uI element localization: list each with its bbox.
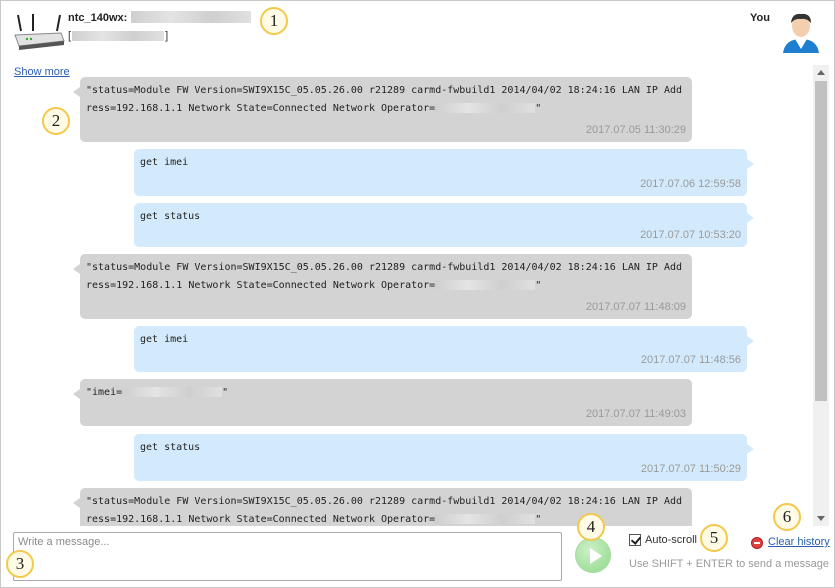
message-text: get imei [140, 334, 189, 345]
message-timestamp: 2017.07.07 11:48:09 [585, 301, 686, 313]
device-name: ntc_140wx: [68, 12, 128, 24]
user-label: You [750, 12, 770, 24]
message-timestamp: 2017.07.05 11:30:29 [585, 124, 686, 136]
callout-4: 4 [577, 513, 605, 541]
callout-5: 5 [700, 524, 728, 552]
user-avatar [783, 13, 819, 53]
message-timestamp: 2017.07.06 12:59:58 [640, 178, 741, 190]
redacted-text [72, 31, 165, 42]
send-button[interactable] [575, 537, 611, 573]
chat-window: ntc_140wx: [] You Show more "status=Modu… [0, 0, 835, 588]
clear-history-icon[interactable] [751, 537, 763, 549]
callout-1: 1 [260, 7, 288, 35]
incoming-message: "status=Module FW Version=SWI9X15C_05.05… [73, 77, 692, 142]
message-text: get status [140, 211, 201, 222]
incoming-message: "status=Module FW Version=SWI9X15C_05.05… [73, 254, 692, 319]
message-text: "status=Module FW Version=SWI9X15C_05.05… [86, 85, 683, 114]
callout-2: 2 [42, 107, 70, 135]
autoscroll-label: Auto-scroll [645, 534, 697, 546]
chat-scrollbar[interactable] [813, 65, 829, 526]
message-list: "status=Module FW Version=SWI9X15C_05.05… [73, 71, 809, 526]
scroll-thumb[interactable] [815, 81, 827, 401]
message-timestamp: 2017.07.07 11:49:03 [585, 408, 686, 420]
outgoing-message: get status 2017.07.07 10:53:20 [134, 203, 754, 247]
outgoing-message: get status 2017.07.07 11:50:29 [134, 434, 754, 481]
message-input[interactable] [13, 532, 562, 581]
message-timestamp: 2017.07.07 10:53:20 [640, 229, 741, 241]
redacted-text [435, 280, 536, 290]
message-timestamp: 2017.07.07 11:48:56 [640, 354, 741, 366]
device-subtitle: [] [68, 30, 169, 42]
send-hint: Use SHIFT + ENTER to send a message [629, 558, 830, 570]
router-icon [14, 14, 65, 50]
callout-3: 3 [6, 550, 34, 578]
message-text: "imei= " [86, 387, 229, 398]
outgoing-message: get imei 2017.07.07 11:48:56 [134, 326, 754, 372]
message-text: get status [140, 442, 201, 453]
redacted-text [122, 387, 223, 397]
redacted-text [435, 514, 536, 524]
redacted-device-id [131, 11, 251, 23]
message-text: "status=Module FW Version=SWI9X15C_05.05… [86, 262, 683, 291]
scroll-down-icon[interactable] [817, 516, 825, 521]
incoming-message: "imei= " 2017.07.07 11:49:03 [73, 379, 692, 426]
show-more-link[interactable]: Show more [14, 66, 70, 78]
autoscroll-toggle[interactable]: Auto-scroll [629, 534, 697, 546]
callout-6: 6 [773, 503, 801, 531]
autoscroll-checkbox[interactable] [629, 534, 641, 546]
message-text: get imei [140, 157, 189, 168]
scroll-up-icon[interactable] [817, 70, 825, 75]
outgoing-message: get imei 2017.07.06 12:59:58 [134, 149, 754, 196]
message-timestamp: 2017.07.07 11:50:29 [640, 463, 741, 475]
redacted-text [435, 103, 536, 113]
clear-history-link[interactable]: Clear history [768, 536, 830, 548]
